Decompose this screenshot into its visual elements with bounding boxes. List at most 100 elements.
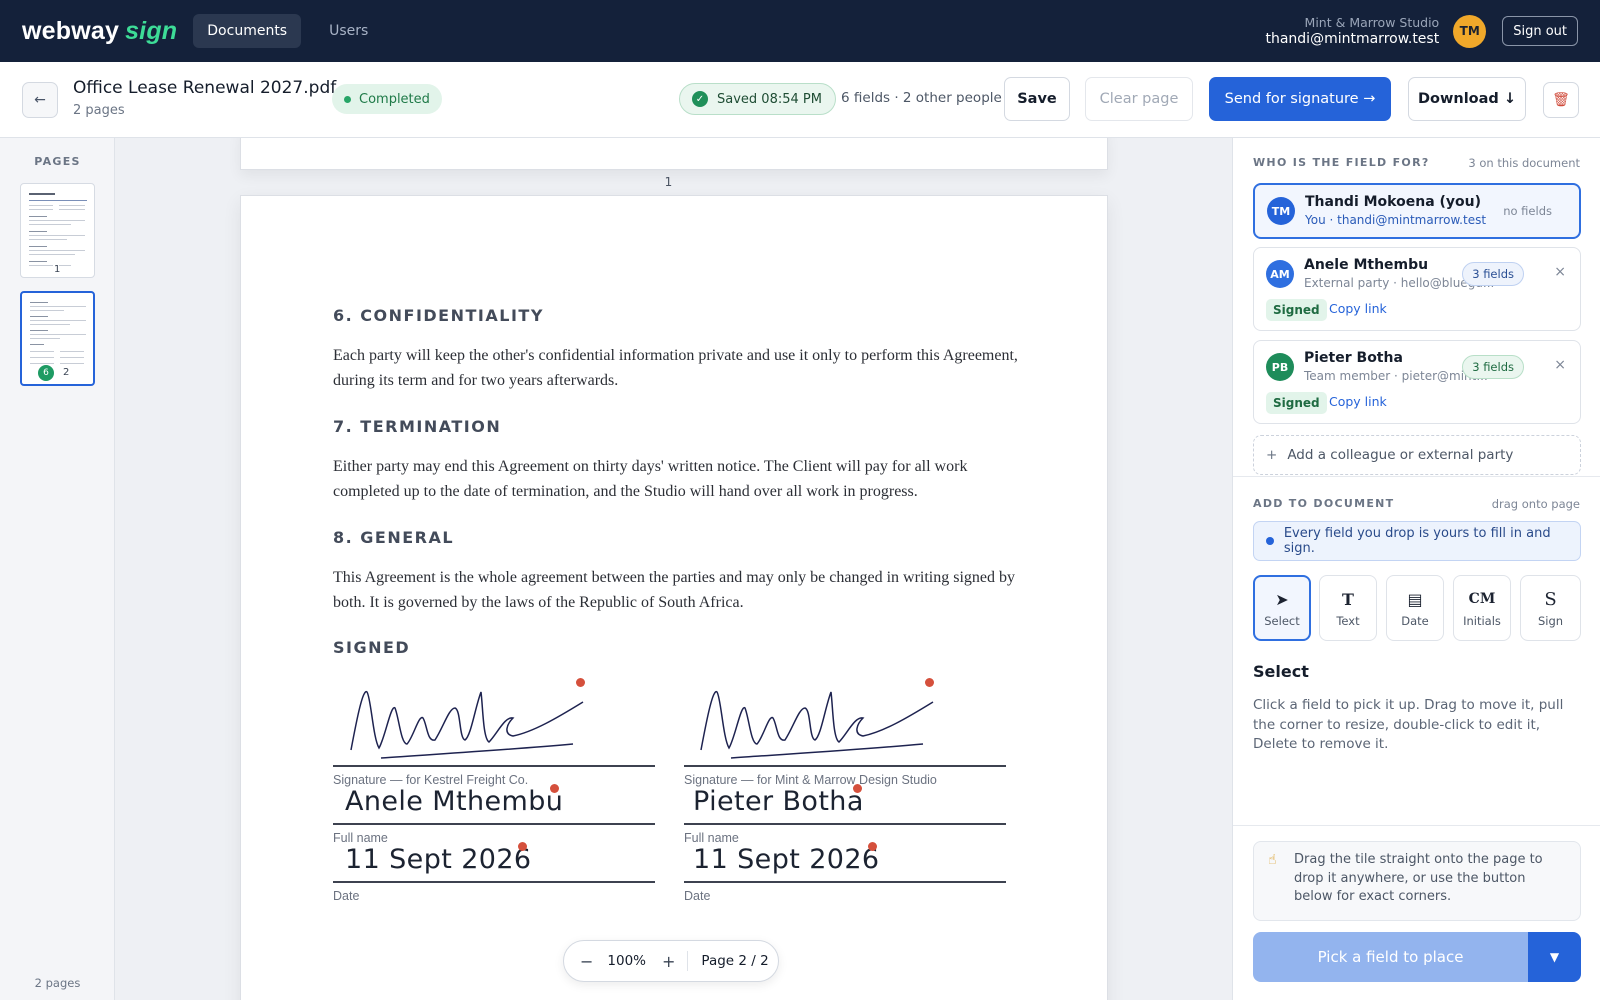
calendar-icon: ▤: [1407, 589, 1423, 609]
chevron-down-icon: ▼: [1549, 950, 1560, 964]
document-page-2[interactable]: 6. CONFIDENTIALITY Each party will keep …: [240, 195, 1108, 1000]
page-thumbnail-number: 2: [63, 367, 70, 378]
top-navigation-bar: webway sign Documents Users Mint & Marrow…: [0, 0, 1600, 62]
recipient-meta: You · thandi@mintmarrow.test: [1305, 213, 1487, 227]
page-indicator: Page 2 / 2: [701, 953, 769, 969]
date-field[interactable]: 11 Sept 2026: [693, 844, 880, 875]
full-name-label: Full name: [333, 831, 388, 845]
field-handle-dot[interactable]: [925, 678, 934, 687]
recipient-name: Anele Mthembu: [1304, 257, 1429, 273]
status-dot-icon: [344, 95, 351, 103]
send-for-signature-button[interactable]: Send for signature →: [1209, 77, 1391, 121]
add-to-document-heading: ADD TO DOCUMENT: [1253, 497, 1395, 510]
document-page-1[interactable]: [240, 138, 1108, 170]
section-body: Either party may end this Agreement on t…: [333, 458, 968, 500]
saved-indicator: ✓ Saved 08:54 PM: [679, 83, 836, 115]
document-page-count: 2 pages: [73, 103, 125, 118]
full-name-field[interactable]: Pieter Botha: [693, 786, 864, 817]
date-field[interactable]: 11 Sept 2026: [345, 844, 532, 875]
nav-tab-documents[interactable]: Documents: [193, 14, 302, 48]
pick-field-button[interactable]: Pick a field to place: [1253, 932, 1528, 982]
save-button[interactable]: Save: [1004, 77, 1070, 121]
zoom-level: 100%: [607, 953, 647, 969]
document-canvas[interactable]: 1 6. CONFIDENTIALITY Each party will kee…: [115, 138, 1232, 1000]
page-number-label: 1: [664, 175, 673, 189]
pointing-hand-icon: ☝: [1268, 852, 1277, 868]
copy-link-button[interactable]: Copy link: [1329, 301, 1387, 316]
field-count-badge[interactable]: 3 fields: [1462, 262, 1524, 286]
sign-out-button[interactable]: Sign out: [1502, 16, 1578, 46]
signed-heading: SIGNED: [333, 638, 411, 657]
field-count-badge: no fields: [1503, 204, 1552, 218]
page-field-count-badge: 6: [38, 365, 54, 381]
remove-recipient-button[interactable]: ×: [1554, 264, 1566, 280]
initials-icon: CM: [1468, 591, 1496, 607]
zoom-in-button[interactable]: +: [662, 952, 675, 971]
recipient-name: Pieter Botha: [1304, 350, 1403, 366]
avatar: AM: [1266, 260, 1294, 288]
section-heading: 7. TERMINATION: [333, 417, 502, 436]
user-email: thandi@mintmarrow.test: [1265, 31, 1440, 47]
pages-heading: PAGES: [34, 155, 81, 168]
signature-line: [684, 765, 1006, 767]
app-logo[interactable]: webway sign: [22, 17, 177, 46]
signed-badge: Signed: [1266, 392, 1327, 414]
zoom-out-button[interactable]: −: [580, 952, 593, 971]
section-heading: 8. GENERAL: [333, 528, 455, 547]
full-name-label: Full name: [684, 831, 739, 845]
text-icon: T: [1342, 589, 1354, 609]
section-heading: 6. CONFIDENTIALITY: [333, 306, 544, 325]
signed-badge: Signed: [1266, 299, 1327, 321]
recipient-card-thandi[interactable]: TM Thandi Mokoena (you) You · thandi@min…: [1253, 183, 1581, 239]
remove-recipient-button[interactable]: ×: [1554, 357, 1566, 373]
page-thumbnail-number: 1: [54, 264, 61, 275]
download-button[interactable]: Download ↓: [1408, 77, 1526, 121]
drag-tip-box: ☝ Drag the tile straight onto the page t…: [1253, 841, 1581, 921]
section-body: Each party will keep the other's confide…: [333, 347, 1018, 389]
back-button[interactable]: ←: [22, 82, 58, 118]
full-name-field[interactable]: Anele Mthembu: [345, 786, 563, 817]
field-handle-dot[interactable]: [518, 842, 527, 851]
plus-icon: +: [1266, 447, 1278, 463]
field-handle-dot[interactable]: [853, 784, 862, 793]
recipient-card-pieter[interactable]: PB Pieter Botha Team member · pieter@min…: [1253, 340, 1581, 424]
recipient-card-anele[interactable]: AM Anele Mthembu External party · hello@…: [1253, 247, 1581, 331]
close-icon: ×: [1554, 264, 1566, 280]
user-avatar[interactable]: TM: [1453, 14, 1487, 48]
recipients-count: 3 on this document: [1468, 156, 1580, 170]
document-title: Office Lease Renewal 2027.pdf: [73, 78, 337, 98]
tool-text[interactable]: T Text: [1319, 575, 1377, 641]
recipients-heading: WHO IS THE FIELD FOR?: [1253, 156, 1430, 169]
field-count-badge[interactable]: 3 fields: [1462, 355, 1524, 379]
delete-document-button[interactable]: 🗑: [1543, 82, 1579, 118]
copy-link-button[interactable]: Copy link: [1329, 394, 1387, 409]
signature-label: Signature — for Kestrel Freight Co.: [333, 773, 529, 787]
add-party-button[interactable]: + Add a colleague or external party: [1253, 435, 1581, 475]
field-handle-dot[interactable]: [550, 784, 559, 793]
signature-image[interactable]: [687, 678, 947, 768]
status-badge: Completed: [332, 84, 442, 114]
tool-sign[interactable]: S Sign: [1520, 575, 1581, 641]
document-toolbar: ← Office Lease Renewal 2027.pdf 2 pages …: [0, 62, 1600, 138]
date-label: Date: [333, 889, 360, 903]
page-thumbnail-2[interactable]: 2: [20, 291, 95, 386]
clear-page-button[interactable]: Clear page: [1085, 77, 1193, 121]
tool-date[interactable]: ▤ Date: [1386, 575, 1444, 641]
page-thumbnail-1[interactable]: 1: [20, 183, 95, 278]
tool-select[interactable]: ➤ Select: [1253, 575, 1311, 641]
date-line: [684, 881, 1006, 883]
field-handle-dot[interactable]: [868, 842, 877, 851]
drag-hint: drag onto page: [1491, 497, 1580, 511]
section-divider: [1233, 476, 1600, 477]
nav-tab-users[interactable]: Users: [315, 14, 382, 48]
section-divider: [1233, 825, 1600, 826]
field-handle-dot[interactable]: [576, 678, 585, 687]
pick-field-dropdown[interactable]: ▼: [1528, 932, 1581, 982]
signature-image[interactable]: [337, 678, 597, 768]
signature-line: [333, 765, 655, 767]
org-name: Mint & Marrow Studio: [1304, 15, 1440, 30]
zoom-divider: [687, 951, 689, 971]
page-count-footer: 2 pages: [34, 976, 81, 990]
tool-initials[interactable]: CM Initials: [1453, 575, 1511, 641]
avatar: TM: [1267, 197, 1295, 225]
